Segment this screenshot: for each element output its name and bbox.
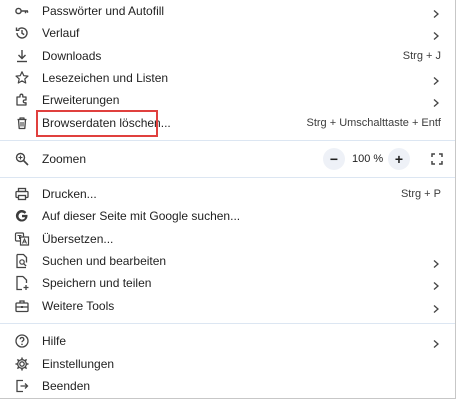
exit-icon xyxy=(14,378,30,394)
toolbox-icon xyxy=(14,298,30,314)
chevron-right-icon xyxy=(431,336,441,348)
menu-item-label: Einstellungen xyxy=(42,357,115,371)
menu-item-extensions[interactable]: Erweiterungen xyxy=(0,89,455,111)
menu-item-label: Auf dieser Seite mit Google suchen... xyxy=(42,209,241,223)
translate-icon xyxy=(14,231,30,247)
menu-item-settings[interactable]: Einstellungen xyxy=(0,353,455,375)
menu-item-more-tools[interactable]: Weitere Tools xyxy=(0,295,455,317)
menu-item-label: Downloads xyxy=(42,49,102,63)
menu-item-label: Suchen und bearbeiten xyxy=(42,254,167,268)
shortcut-label: Strg + J xyxy=(402,50,441,62)
help-icon xyxy=(14,333,30,349)
menu-item-label: Zoomen xyxy=(42,152,87,166)
menu-item-label: Speichern und teilen xyxy=(42,276,152,290)
menu-item-label: Erweiterungen xyxy=(42,93,120,107)
download-icon xyxy=(14,48,30,64)
menu-item-downloads[interactable]: Downloads Strg + J xyxy=(0,45,455,67)
chevron-right-icon xyxy=(431,28,441,40)
star-icon xyxy=(14,70,30,86)
chrome-main-menu: Passwörter und Autofill Verlauf Download… xyxy=(0,0,456,399)
menu-item-save-and-share[interactable]: Speichern und teilen xyxy=(0,272,455,294)
printer-icon xyxy=(14,186,30,202)
zoom-out-button[interactable]: − xyxy=(323,148,345,170)
menu-item-bookmarks[interactable]: Lesezeichen und Listen xyxy=(0,67,455,89)
chevron-right-icon xyxy=(431,6,441,18)
menu-item-label: Drucken... xyxy=(42,187,97,201)
menu-item-label: Verlauf xyxy=(42,26,80,40)
chevron-right-icon xyxy=(431,256,441,268)
menu-item-label: Beenden xyxy=(42,379,91,393)
gear-icon xyxy=(14,356,30,372)
shortcut-label: Strg + Umschalttaste + Entf xyxy=(306,117,441,129)
shortcut-label: Strg + P xyxy=(400,188,441,200)
menu-item-label: Übersetzen... xyxy=(42,232,114,246)
menu-item-passwords[interactable]: Passwörter und Autofill xyxy=(0,0,455,22)
menu-item-label: Lesezeichen und Listen xyxy=(42,71,169,85)
menu-item-exit[interactable]: Beenden xyxy=(0,375,455,397)
google-icon xyxy=(14,208,30,224)
chevron-right-icon xyxy=(431,73,441,85)
puzzle-icon xyxy=(14,92,30,108)
chevron-right-icon xyxy=(431,95,441,107)
menu-item-zoom: Zoomen − 100 % + xyxy=(0,148,455,170)
separator xyxy=(0,140,455,141)
menu-item-translate[interactable]: Übersetzen... xyxy=(0,228,455,250)
menu-item-label: Passwörter und Autofill xyxy=(42,4,165,18)
find-page-icon xyxy=(14,253,30,269)
menu-item-print[interactable]: Drucken... Strg + P xyxy=(0,183,455,205)
chevron-right-icon xyxy=(431,301,441,313)
fullscreen-icon[interactable] xyxy=(429,151,445,167)
save-share-icon xyxy=(14,275,30,291)
chevron-right-icon xyxy=(431,278,441,290)
menu-item-label: Weitere Tools xyxy=(42,299,115,313)
menu-item-search-with-google[interactable]: Auf dieser Seite mit Google suchen... xyxy=(0,205,455,227)
history-icon xyxy=(14,25,30,41)
zoom-level: 100 % xyxy=(352,153,384,165)
menu-item-find-and-edit[interactable]: Suchen und bearbeiten xyxy=(0,250,455,272)
key-icon xyxy=(14,3,30,19)
separator xyxy=(0,323,455,324)
zoom-in-button[interactable]: + xyxy=(388,148,410,170)
trash-icon xyxy=(14,115,30,131)
zoom-icon xyxy=(14,151,30,167)
separator xyxy=(0,177,455,178)
highlight-box xyxy=(36,110,158,137)
menu-item-history[interactable]: Verlauf xyxy=(0,22,455,44)
menu-item-help[interactable]: Hilfe xyxy=(0,330,455,352)
menu-item-label: Hilfe xyxy=(42,334,67,348)
